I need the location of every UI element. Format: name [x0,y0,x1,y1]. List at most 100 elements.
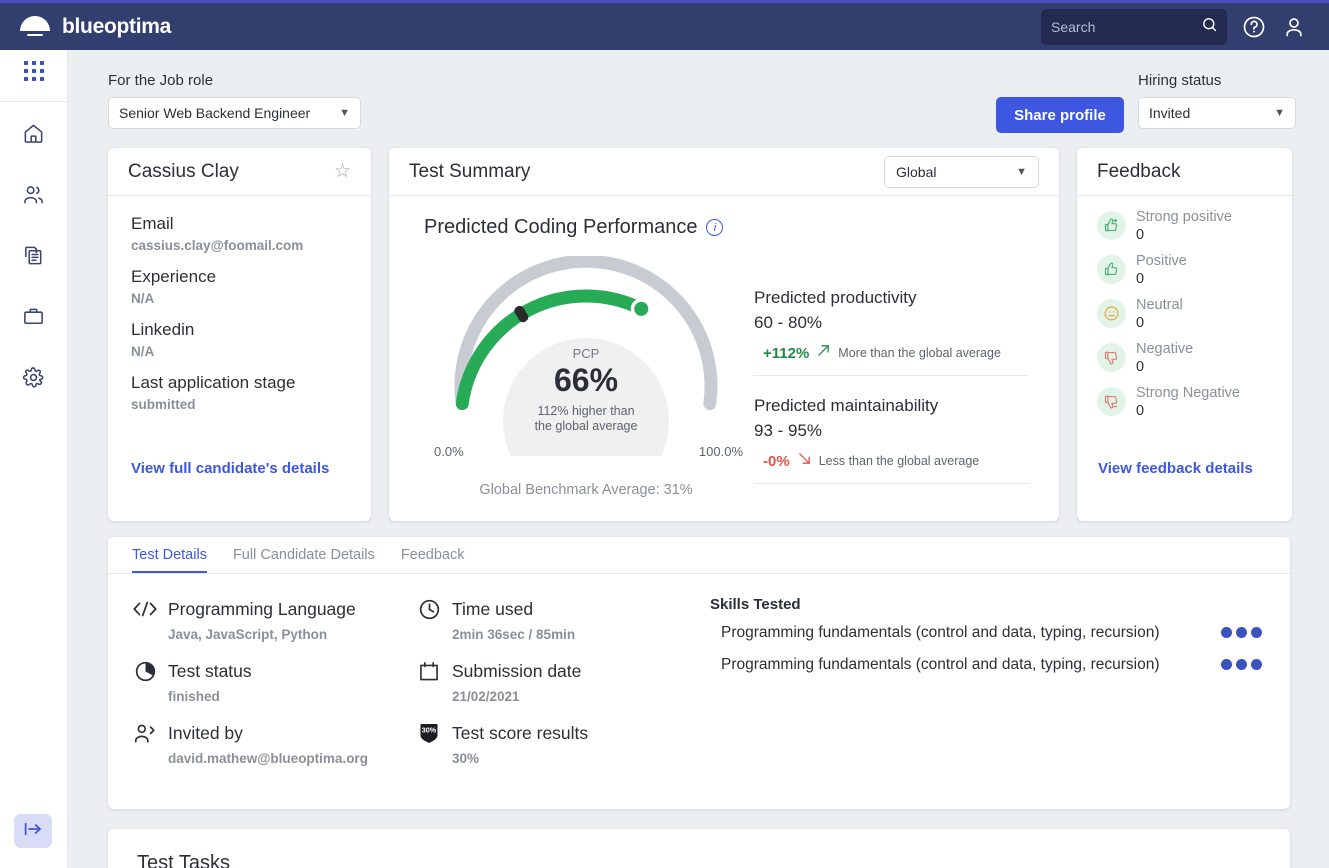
feedback-card-header: Feedback [1077,148,1292,196]
pcp-gauge: PCP 66% 112% higher than the global aver… [421,254,751,504]
maintainability-range: 93 - 95% [754,421,823,440]
productivity-title: Predicted productivity [754,288,917,307]
view-candidate-details-link[interactable]: View full candidate's details [131,460,329,477]
feedback-label: Negative [1136,341,1194,357]
productivity-delta-text: More than the global average [838,346,1001,360]
gauge-knob-dot [634,301,649,316]
search-box[interactable] [1041,8,1227,45]
skill-item: Programming fundamentals (control and da… [710,623,1262,643]
skill-name: Programming fundamentals (control and da… [721,624,1160,641]
gauge-subtitle: 112% higher than the global average [421,404,751,434]
tab-feedback[interactable]: Feedback [401,547,465,573]
experience-value: N/A [131,291,155,306]
top-navbar: blueoptima [0,0,1329,50]
sidebar-item-documents[interactable] [14,238,54,278]
predicted-maintainability: Predicted maintainability 93 - 95% -0% L… [754,396,1029,484]
skill-dot [1236,659,1247,670]
thumbs-up-icon [1097,255,1126,284]
feedback-label: Strong positive [1136,209,1232,225]
skill-level-dots [1221,623,1262,638]
last-stage-value: submitted [131,397,196,412]
skill-dot [1221,659,1232,670]
details-column-1: Programming Language Java, JavaScript, P… [108,596,410,782]
feedback-neutral: Neutral 0 [1097,297,1292,332]
linkedin-value: N/A [131,344,155,359]
detail-programming-language: Programming Language Java, JavaScript, P… [132,596,410,642]
sidebar-item-settings[interactable] [14,360,54,400]
detail-value: 30% [452,751,480,766]
sidebar-item-jobs[interactable] [14,299,54,339]
feedback-count: 0 [1136,403,1145,419]
gauge-subtitle-line1: 112% higher than [537,404,635,418]
last-stage-label: Last application stage [131,373,296,392]
expand-sidebar-button[interactable] [14,814,52,848]
hiring-status-value: Invited [1149,105,1191,121]
hiring-status-label: Hiring status [1138,72,1222,89]
hiring-status-select[interactable]: Invited ▼ [1138,97,1296,129]
job-role-select[interactable]: Senior Web Backend Engineer ▼ [108,97,361,129]
search-icon[interactable] [1201,16,1218,38]
detail-title: Test score results [452,722,589,743]
predicted-productivity: Predicted productivity 60 - 80% +112% Mo… [754,288,1029,376]
test-tasks-title: Test Tasks [137,852,230,868]
briefcase-icon [22,305,45,333]
scope-select[interactable]: Global ▼ [884,155,1039,188]
global-benchmark-label: Global Benchmark Average: 31% [479,482,693,498]
tab-test-details[interactable]: Test Details [132,547,207,573]
star-outline-icon[interactable]: ☆ [334,160,351,183]
pcp-title-text: Predicted Coding Performance [424,216,698,238]
code-brackets-icon [132,596,158,622]
skill-dot [1251,627,1262,638]
candidate-card-header: Cassius Clay ☆ [108,148,371,196]
details-column-2: Time used 2min 36sec / 85min Submission … [410,596,700,782]
home-icon [22,122,45,150]
gauge-min-label: 0.0% [434,444,464,459]
test-details-content: Programming Language Java, JavaScript, P… [108,574,1290,782]
skill-name: Programming fundamentals (control and da… [721,656,1160,673]
skill-dot [1221,627,1232,638]
skill-dot [1251,659,1262,670]
grid-apps-icon [23,60,45,87]
sidebar-apps-button[interactable] [0,50,67,102]
score-badge-text: 30% [422,726,437,735]
feedback-label: Neutral [1136,297,1183,313]
summary-row: Cassius Clay ☆ Email cassius.clay@foomai… [108,148,1292,521]
skills-tested-title: Skills Tested [710,596,801,613]
feedback-count: 0 [1136,359,1145,375]
sidebar-item-people[interactable] [14,177,54,217]
candidate-card: Cassius Clay ☆ Email cassius.clay@foomai… [108,148,371,521]
blueoptima-logo-icon [18,10,52,44]
chevron-down-icon: ▼ [1274,107,1285,119]
detail-value: Java, JavaScript, Python [168,627,328,642]
view-feedback-details-link[interactable]: View feedback details [1098,460,1253,477]
info-icon[interactable]: i [706,219,724,236]
search-input[interactable] [1051,18,1201,35]
tab-full-candidate-details[interactable]: Full Candidate Details [233,547,375,573]
arrow-down-right-icon [797,451,812,471]
tab-bar: Test Details Full Candidate Details Feed… [108,537,1290,574]
pcp-section-title: Predicted Coding Performance i [424,216,724,239]
thumbs-up-plus-icon [1097,211,1126,240]
pie-chart-icon [132,658,158,684]
gauge-subtitle-line2: the global average [534,419,638,433]
gauge-max-label: 100.0% [698,444,743,459]
thumbs-down-minus-icon [1097,387,1126,416]
brand-logo[interactable]: blueoptima [18,10,171,44]
user-account-icon[interactable] [1281,14,1307,40]
feedback-count: 0 [1136,227,1145,243]
detail-value: david.mathew@blueoptima.org [168,751,368,766]
arrow-up-right-icon [816,343,831,363]
share-profile-button[interactable]: Share profile [996,97,1124,133]
help-circle-icon[interactable] [1241,14,1267,40]
email-value: cassius.clay@foomail.com [131,238,304,253]
maintainability-delta: -0% [763,452,790,470]
gauge-value: 66% [553,362,619,398]
test-tasks-card: Test Tasks [108,829,1290,868]
detail-invited-by: Invited by david.mathew@blueoptima.org [132,720,410,766]
skill-item: Programming fundamentals (control and da… [710,655,1262,675]
sidebar-item-home[interactable] [14,116,54,156]
detail-title: Submission date [452,660,582,681]
predicted-metrics: Predicted productivity 60 - 80% +112% Mo… [754,288,1029,484]
main-content: For the Job role Senior Web Backend Engi… [68,50,1329,868]
detail-title: Time used [452,598,534,619]
